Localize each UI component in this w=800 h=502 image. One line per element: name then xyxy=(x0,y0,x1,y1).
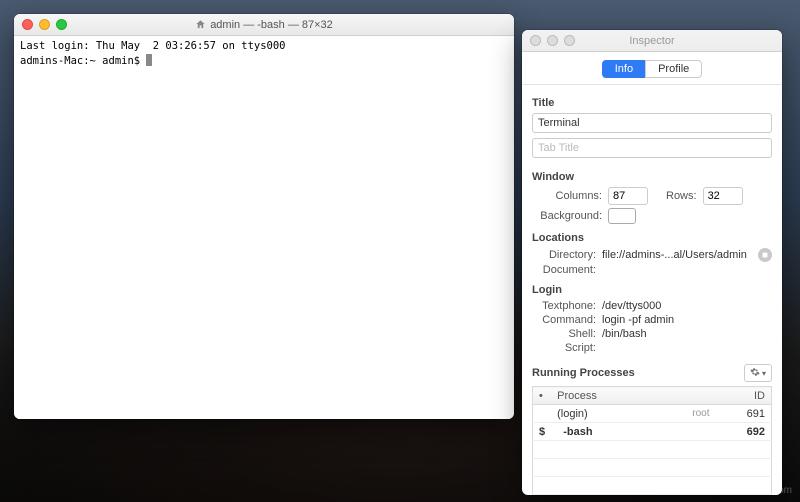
home-icon xyxy=(195,19,206,30)
directory-value: file://admins-...al/Users/admin xyxy=(602,249,754,261)
rows-field[interactable] xyxy=(703,187,743,205)
zoom-button[interactable] xyxy=(564,35,575,46)
rows-label: Rows: xyxy=(666,190,697,202)
shell-label: Shell: xyxy=(532,328,602,340)
inspector-title: Inspector xyxy=(629,35,674,47)
gear-icon xyxy=(750,367,760,380)
col-marker[interactable]: • xyxy=(533,387,552,405)
row-process: (login)root xyxy=(551,405,725,423)
traffic-lights xyxy=(14,19,67,30)
columns-field[interactable] xyxy=(608,187,648,205)
zoom-button[interactable] xyxy=(56,19,67,30)
section-processes: Running Processes xyxy=(532,367,635,379)
columns-label: Columns: xyxy=(532,190,602,202)
col-id[interactable]: ID xyxy=(726,387,772,405)
process-table: • Process ID (login)root691$ -bash692 xyxy=(532,386,772,495)
background-label: Background: xyxy=(532,210,602,222)
last-login-line: Last login: Thu May 2 03:26:57 on ttys00… xyxy=(20,40,286,52)
row-pid: 691 xyxy=(726,405,772,423)
title-field[interactable] xyxy=(532,113,772,133)
inspector-titlebar[interactable]: Inspector xyxy=(522,30,782,52)
tab-profile[interactable]: Profile xyxy=(645,60,702,78)
inspector-window[interactable]: Inspector Info Profile Title Window Colu… xyxy=(522,30,782,495)
section-window: Window xyxy=(532,171,772,183)
textphone-value: /dev/ttys000 xyxy=(602,300,772,312)
background-swatch[interactable] xyxy=(608,208,636,224)
tab-strip: Info Profile xyxy=(522,52,782,85)
minimize-button[interactable] xyxy=(39,19,50,30)
close-button[interactable] xyxy=(530,35,541,46)
section-login: Login xyxy=(532,284,772,296)
stop-icon[interactable] xyxy=(758,248,772,262)
table-row[interactable]: $ -bash692 xyxy=(533,423,772,441)
row-marker: $ xyxy=(533,423,552,441)
command-value: login -pf admin xyxy=(602,314,772,326)
terminal-content[interactable]: Last login: Thu May 2 03:26:57 on ttys00… xyxy=(14,36,514,419)
section-locations: Locations xyxy=(532,232,772,244)
col-process[interactable]: Process xyxy=(551,387,725,405)
close-button[interactable] xyxy=(22,19,33,30)
shell-value: /bin/bash xyxy=(602,328,772,340)
section-title: Title xyxy=(532,97,772,109)
script-label: Script: xyxy=(532,342,602,354)
process-actions-button[interactable]: ▾ xyxy=(744,364,772,382)
tab-info[interactable]: Info xyxy=(602,60,645,78)
textphone-label: Textphone: xyxy=(532,300,602,312)
minimize-button[interactable] xyxy=(547,35,558,46)
row-process: -bash xyxy=(551,423,725,441)
directory-label: Directory: xyxy=(532,249,602,261)
table-row xyxy=(533,441,772,459)
tab-title-field[interactable] xyxy=(532,138,772,158)
table-row xyxy=(533,477,772,495)
terminal-titlebar[interactable]: admin — -bash — 87×32 xyxy=(14,14,514,36)
prompt-line: admins-Mac:~ admin$ xyxy=(20,55,146,67)
traffic-lights xyxy=(522,35,575,46)
caret-icon xyxy=(146,54,152,66)
inspector-body: Title Window Columns: Rows: Background: … xyxy=(522,85,782,495)
command-label: Command: xyxy=(532,314,602,326)
terminal-title: admin — -bash — 87×32 xyxy=(210,19,333,31)
document-label: Document: xyxy=(532,264,602,276)
table-row[interactable]: (login)root691 xyxy=(533,405,772,423)
row-pid: 692 xyxy=(726,423,772,441)
row-marker xyxy=(533,405,552,423)
table-row xyxy=(533,459,772,477)
chevron-down-icon: ▾ xyxy=(762,369,766,378)
terminal-window[interactable]: admin — -bash — 87×32 Last login: Thu Ma… xyxy=(14,14,514,419)
